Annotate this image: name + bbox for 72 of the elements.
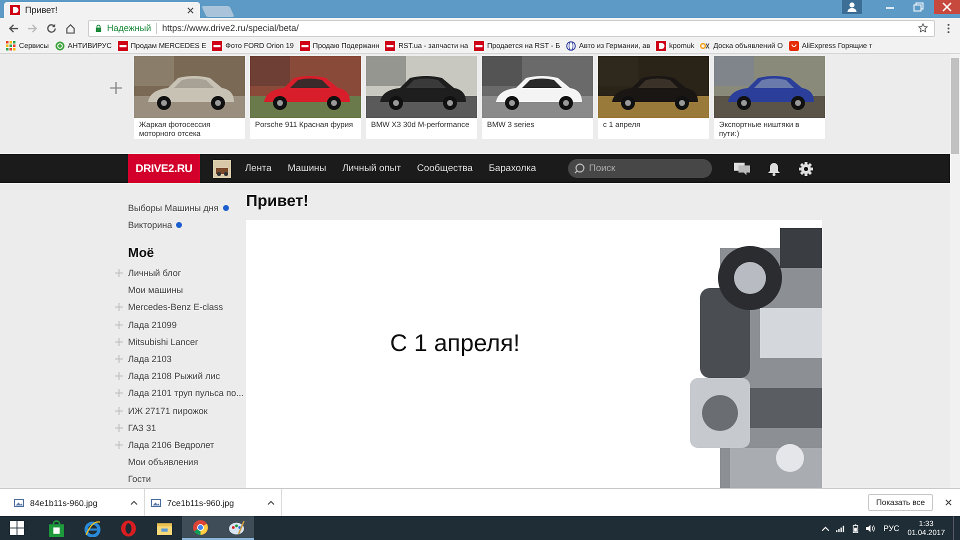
- battery-icon[interactable]: [851, 524, 860, 532]
- close-icon[interactable]: [945, 499, 952, 506]
- shopping-bag-icon: [48, 520, 64, 536]
- logo-icon: [474, 40, 484, 50]
- show-all-button[interactable]: Показать все: [868, 494, 933, 511]
- logo-icon: [212, 40, 222, 50]
- nav-link[interactable]: Машины: [288, 163, 326, 174]
- image-file-icon: [151, 498, 161, 508]
- signal-icon[interactable]: [836, 524, 846, 532]
- sidebar-item[interactable]: Лада 21099: [128, 320, 177, 330]
- sidebar-item[interactable]: ГАЗ 31: [128, 422, 156, 433]
- settings-icon[interactable]: [798, 162, 814, 176]
- close-icon[interactable]: [187, 6, 194, 14]
- section-title: Моё: [128, 245, 155, 260]
- add-icon[interactable]: [110, 82, 122, 94]
- caret-icon[interactable]: [267, 500, 275, 505]
- nav-link[interactable]: Барахолка: [488, 163, 536, 174]
- sidebar-link[interactable]: Викторина: [128, 220, 172, 230]
- avatar-icon[interactable]: [213, 160, 231, 178]
- sidebar-item[interactable]: Гости: [128, 474, 151, 484]
- image-file-icon: [14, 498, 24, 508]
- browser-tab[interactable]: Привет!: [4, 2, 200, 18]
- logo-icon: [385, 40, 396, 50]
- user-icon[interactable]: [842, 0, 862, 14]
- browser-icon: [84, 520, 100, 536]
- caret-icon[interactable]: [130, 500, 138, 505]
- chat-icon[interactable]: [734, 162, 750, 176]
- banner-text: С 1 апреля!: [390, 330, 520, 358]
- bell-icon[interactable]: [766, 162, 782, 176]
- sidebar-item[interactable]: Mercedes-Benz E-class: [128, 302, 224, 312]
- sidebar-item[interactable]: Лада 2106 Ведролет: [128, 440, 214, 450]
- opera-icon: [120, 520, 136, 536]
- sidebar-item[interactable]: Личный блог: [128, 268, 181, 278]
- sidebar-item[interactable]: Лада 2101 труп пульса по...: [128, 388, 244, 398]
- close-icon[interactable]: [934, 0, 960, 14]
- sidebar-link[interactable]: Выборы Машины дня: [128, 202, 218, 213]
- address-bar[interactable]: Надежный https://www.drive2.ru/special/beta/: [88, 20, 935, 36]
- nav-link[interactable]: Сообщества: [416, 163, 473, 174]
- taskbar-app[interactable]: [182, 516, 218, 540]
- logo-icon: [700, 40, 710, 50]
- windows-start-icon[interactable]: [10, 521, 24, 535]
- globe-icon: [566, 40, 576, 50]
- logo-icon: [300, 40, 310, 50]
- palette-icon: [228, 518, 244, 536]
- nav-link[interactable]: Лента: [245, 163, 272, 174]
- scrollbar[interactable]: [950, 54, 960, 488]
- page-title: Привет!: [246, 192, 310, 212]
- sidebar-item[interactable]: ИЖ 27171 пирожок: [128, 406, 208, 416]
- shield-icon: [54, 40, 65, 50]
- chrome-icon: [192, 518, 208, 536]
- sidebar-item[interactable]: Mitsubishi Lancer: [128, 336, 198, 347]
- site-logo[interactable]: DRIVE2.RU: [128, 154, 200, 183]
- reload-icon[interactable]: [46, 22, 57, 34]
- sidebar-item[interactable]: Мои объявления: [128, 457, 198, 468]
- volume-icon[interactable]: [866, 524, 876, 532]
- bag-icon: [788, 40, 799, 50]
- taskbar-app[interactable]: [218, 516, 254, 540]
- language-indicator[interactable]: РУС: [883, 524, 900, 532]
- favicon-icon: [10, 5, 20, 15]
- sidebar-item[interactable]: Лада 2108 Рыжий лис: [128, 371, 220, 382]
- home-icon[interactable]: [65, 22, 76, 34]
- logo-icon: [118, 40, 128, 50]
- logo-icon: [656, 40, 666, 50]
- sidebar-item[interactable]: Лада 2103: [128, 354, 172, 364]
- lock-icon: [95, 24, 102, 32]
- star-icon[interactable]: [918, 23, 928, 33]
- apps-grid-icon: [6, 40, 16, 50]
- sidebar-item[interactable]: Мои машины: [128, 285, 184, 296]
- search-field[interactable]: Поиск: [568, 159, 712, 178]
- search-icon: [574, 163, 585, 174]
- back-icon[interactable]: [8, 22, 19, 34]
- nav-link[interactable]: Личный опыт: [342, 163, 401, 174]
